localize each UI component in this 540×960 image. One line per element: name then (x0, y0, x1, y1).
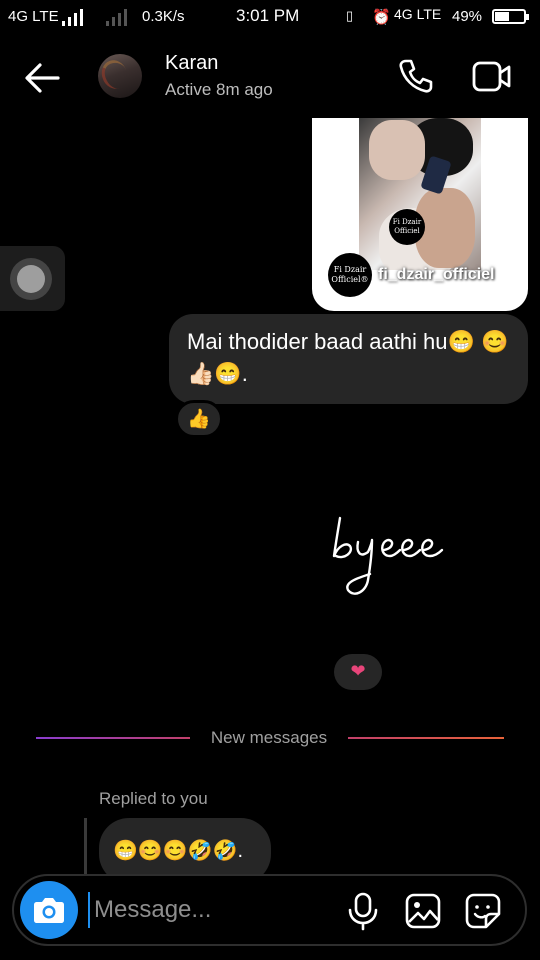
new-messages-label: New messages (210, 728, 328, 747)
avatar[interactable] (98, 54, 142, 98)
divider-line-left (36, 737, 190, 739)
camera-icon[interactable] (20, 881, 78, 939)
battery-percent: 49% (452, 8, 483, 25)
network-speed: 0.3K/s (142, 8, 185, 25)
replied-to-you-label: Replied to you (99, 789, 208, 808)
network-label-left: 4G LTE (8, 8, 59, 25)
heart-reaction[interactable]: ❤ (334, 654, 382, 690)
alarm-icon: ⏰ (372, 9, 391, 26)
contact-status: Active 8m ago (165, 80, 273, 99)
status-bar: 4G LTE 0.3K/s 3:01 PM ▯ ⏰ 4G LTE 49% (0, 0, 540, 34)
signal-icon (62, 6, 88, 26)
sticker-icon[interactable] (464, 892, 502, 930)
message-input[interactable] (88, 892, 334, 928)
reply-indicator-line (84, 818, 87, 878)
arrow-left-icon[interactable] (20, 58, 64, 98)
vibrate-icon: ▯ (346, 8, 354, 23)
thumbs-up-reaction[interactable]: 👍 (175, 400, 223, 438)
microphone-icon[interactable] (345, 891, 381, 931)
battery-icon (492, 9, 529, 24)
post-image[interactable]: Fi Dzair Officiel (359, 118, 481, 270)
byeee-sticker[interactable] (328, 512, 468, 602)
network-label-right: 4G LTE (394, 6, 442, 22)
sent-message-bubble[interactable]: Mai thodider baad aathi hu😁 😊👍🏻😁. (169, 314, 528, 404)
contact-name[interactable]: Karan (165, 52, 218, 75)
clock: 3:01 PM (236, 6, 300, 25)
gallery-icon[interactable] (404, 892, 442, 930)
phone-icon[interactable] (398, 58, 434, 94)
divider-line-right (348, 737, 504, 739)
post-owner-username[interactable]: fi_dzair_officiel (378, 266, 494, 284)
post-owner-avatar[interactable]: Fi Dzair Officiel® (328, 253, 372, 297)
shared-post-card[interactable]: Fi Dzair Officiel Fi Dzair Officiel® fi_dz… (312, 118, 528, 311)
floating-assistive-button[interactable] (0, 246, 65, 311)
signal-icon-secondary (106, 6, 132, 26)
chat-header: Karan Active 8m ago (0, 34, 540, 118)
video-camera-icon[interactable] (472, 60, 512, 94)
post-watermark: Fi Dzair Officiel (389, 209, 425, 245)
